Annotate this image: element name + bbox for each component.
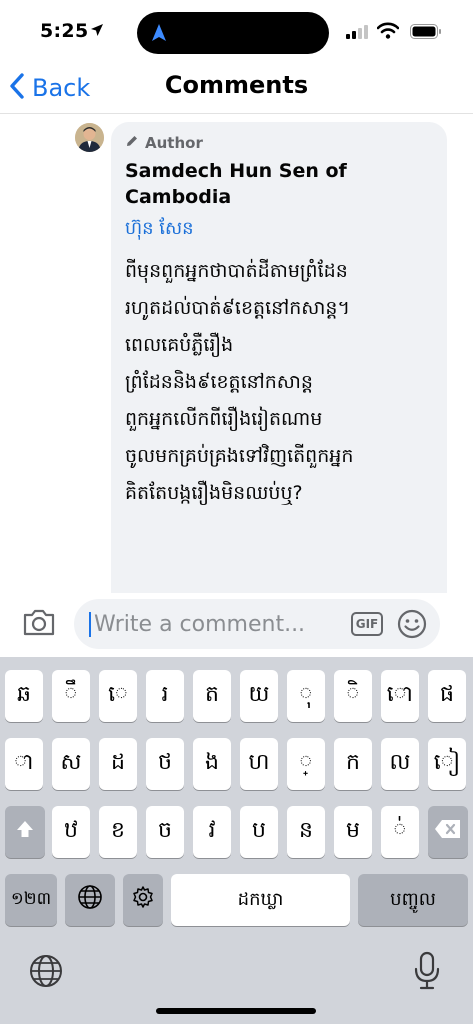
numbers-key[interactable]: ១២៣ [5, 874, 57, 926]
space-key-label: ដកឃ្លា [237, 888, 284, 910]
comment-text: ពីមុនពួកអ្នកថាបាត់ដីតាមព្រំដែន រហូតដល់បា… [125, 253, 433, 512]
key[interactable]: ប [240, 806, 278, 858]
location-arrow-icon [90, 22, 104, 41]
author-badge-label: Author [145, 134, 203, 152]
key[interactable]: ស [52, 738, 90, 790]
key[interactable]: ឹ [52, 670, 90, 722]
navigation-arrow-icon [151, 23, 167, 47]
microphone-icon[interactable] [413, 951, 441, 995]
shift-key[interactable] [5, 806, 45, 858]
battery-icon [410, 24, 442, 43]
commenter-name[interactable]: Samdech Hun Sen of Cambodia [125, 158, 375, 210]
key[interactable]: យ [240, 670, 278, 722]
comment-text-line: ចូលមកគ្រប់គ្រងទៅវិញតើពួកអ្នក [125, 445, 354, 467]
key[interactable]: ច [146, 806, 184, 858]
comment-text-line: ពេលគេបំភ្លឺរឿង [125, 334, 234, 356]
key[interactable]: ា [5, 738, 43, 790]
globe-icon [77, 884, 103, 916]
key[interactable]: ុ [287, 670, 325, 722]
comment-text-line: គិតតែបង្ករឿងមិនឈប់ឬ? [125, 482, 303, 504]
avatar[interactable] [75, 123, 104, 152]
cellular-signal-icon [346, 24, 368, 43]
author-badge: Author [125, 134, 433, 152]
pencil-icon [125, 134, 139, 152]
text-caret [89, 612, 91, 637]
comment-text-line: រហូតដល់បាត់៩ខេត្តនៅកសាន្ត។ [125, 297, 350, 319]
gif-button[interactable]: GIF [351, 612, 383, 636]
comment-composer: Write a comment... GIF [0, 593, 473, 657]
return-key-label: បញ្ចូល [390, 888, 436, 910]
numbers-key-label: ១២៣ [10, 888, 52, 909]
return-key[interactable]: បញ្ចូល [358, 874, 468, 926]
khmer-keyboard: ឆ ឹ េ រ ត យ ុ ិ ោ ផ ា ស ដ ថ ង ហ ្ ក ល ៀ … [0, 657, 473, 1024]
globe-key[interactable] [65, 874, 115, 926]
comment-text-line: ព្រំដែននិង៩ខេត្តនៅកសាន្ត [125, 371, 313, 393]
settings-key[interactable] [123, 874, 163, 926]
globe-icon[interactable] [28, 953, 64, 993]
comment-list[interactable]: Author Samdech Hun Sen of Cambodia ហ៊ុ​ន… [0, 115, 473, 593]
key[interactable]: ខ [99, 806, 137, 858]
key[interactable]: ្ [287, 738, 325, 790]
gear-icon [131, 885, 155, 915]
space-key[interactable]: ដកឃ្លា [171, 874, 350, 926]
comment-text-line: ពីមុនពួកអ្នកថាបាត់ដីតាមព្រំដែន [125, 260, 348, 282]
backspace-icon [434, 819, 462, 845]
shift-icon [15, 819, 35, 845]
camera-icon[interactable] [22, 607, 56, 641]
key[interactable]: ឆ [5, 670, 43, 722]
comment-input[interactable]: Write a comment... GIF [74, 599, 440, 649]
comment-input-placeholder: Write a comment... [94, 612, 306, 637]
delete-key[interactable] [428, 806, 468, 858]
key[interactable]: ៀ [428, 738, 466, 790]
key[interactable]: ផ [428, 670, 466, 722]
page-title: Comments [164, 71, 309, 99]
key[interactable]: វ [193, 806, 231, 858]
emoji-icon[interactable] [396, 608, 428, 644]
comment-bubble[interactable]: Author Samdech Hun Sen of Cambodia ហ៊ុ​ន… [111, 122, 447, 593]
key[interactable]: េ [99, 670, 137, 722]
comment-text-line: ពួកអ្នកលើកពីរឿងរៀតណាម [125, 408, 323, 430]
status-time: 5:25 [40, 20, 89, 42]
key[interactable]: ថ [146, 738, 184, 790]
status-bar: 5:25 [0, 0, 473, 62]
key[interactable]: ល [381, 738, 419, 790]
key[interactable]: ់ [381, 806, 419, 858]
key[interactable]: ន [287, 806, 325, 858]
key[interactable]: ិ [334, 670, 372, 722]
key[interactable]: ោ [381, 670, 419, 722]
key[interactable]: ដ [99, 738, 137, 790]
key[interactable]: រ [146, 670, 184, 722]
key[interactable]: ឋ [52, 806, 90, 858]
wifi-icon [376, 22, 400, 43]
key[interactable]: ម [334, 806, 372, 858]
key[interactable]: ហ [240, 738, 278, 790]
key[interactable]: ង [193, 738, 231, 790]
commenter-subname[interactable]: ហ៊ុ​ន សែ​ន [125, 216, 433, 243]
dynamic-island [137, 12, 329, 54]
nav-bar: Back Comments [0, 62, 473, 114]
key[interactable]: ក [334, 738, 372, 790]
key[interactable]: ត [193, 670, 231, 722]
home-indicator[interactable] [156, 1008, 316, 1014]
